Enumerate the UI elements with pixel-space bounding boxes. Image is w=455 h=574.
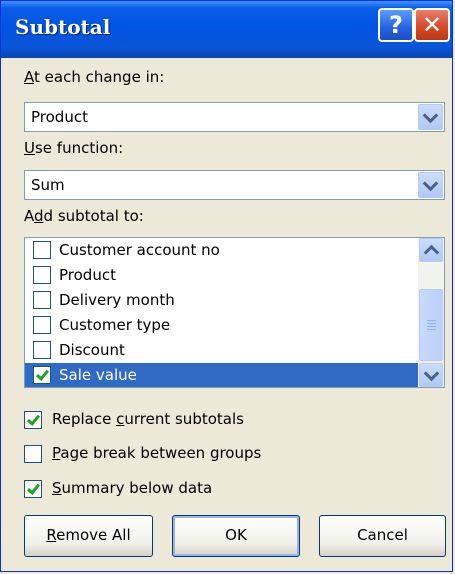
list-scrollbar[interactable] — [418, 238, 444, 387]
subtotal-dialog: Subtotal ? ✕ At each change in: Product … — [0, 0, 453, 572]
check-icon — [26, 481, 41, 495]
checkbox[interactable] — [33, 341, 51, 359]
page-break-checkbox[interactable] — [24, 445, 42, 463]
add-subtotal-list[interactable]: Customer account no Product Delivery mon… — [24, 237, 445, 388]
add-subtotal-label: Add subtotal to: — [24, 207, 144, 225]
at-each-change-select[interactable]: Product — [24, 102, 445, 132]
checkbox[interactable] — [33, 316, 51, 334]
checkbox[interactable] — [33, 366, 51, 384]
list-item-label: Sale value — [59, 366, 137, 384]
replace-current-subtotals-checkbox[interactable] — [24, 411, 42, 429]
list-item[interactable]: Discount — [25, 338, 418, 363]
at-each-change-label: At each change in: — [24, 68, 165, 86]
list-item[interactable]: Sale value — [25, 363, 418, 387]
chevron-up-icon — [423, 244, 440, 261]
checkbox[interactable] — [33, 291, 51, 309]
close-button[interactable]: ✕ — [414, 8, 450, 42]
use-function-select[interactable]: Sum — [24, 170, 445, 200]
dialog-title: Subtotal — [15, 15, 111, 39]
use-function-value: Sum — [31, 176, 65, 194]
replace-current-subtotals-label: Replace current subtotals — [52, 410, 244, 428]
check-icon — [26, 412, 41, 426]
help-button[interactable]: ? — [378, 8, 414, 42]
summary-below-data-checkbox[interactable] — [24, 480, 42, 498]
chevron-down-icon — [423, 365, 440, 382]
list-item[interactable]: Customer type — [25, 313, 418, 338]
list-item[interactable]: Product — [25, 263, 418, 288]
scroll-down-button[interactable] — [419, 363, 443, 387]
at-each-change-value: Product — [31, 108, 88, 126]
remove-all-button[interactable]: Remove All — [24, 515, 153, 557]
cancel-button[interactable]: Cancel — [319, 515, 446, 557]
page-break-label: Page break between groups — [52, 444, 262, 462]
list-item[interactable]: Customer account no — [25, 238, 418, 263]
title-bar[interactable]: Subtotal ? ✕ — [1, 1, 452, 58]
check-icon — [35, 367, 50, 381]
ok-button[interactable]: OK — [172, 515, 300, 557]
checkbox[interactable] — [33, 266, 51, 284]
list-item-label: Product — [59, 266, 116, 284]
scroll-thumb[interactable] — [419, 289, 443, 361]
chevron-down-icon[interactable] — [418, 172, 443, 198]
chevron-down-icon[interactable] — [418, 104, 443, 130]
list-item-label: Discount — [59, 341, 125, 359]
scroll-up-button[interactable] — [419, 238, 443, 262]
list-item-label: Customer type — [59, 316, 171, 334]
list-item-label: Delivery month — [59, 291, 175, 309]
summary-below-data-label: Summary below data — [52, 479, 213, 497]
list-item[interactable]: Delivery month — [25, 288, 418, 313]
use-function-label: Use function: — [24, 139, 124, 157]
checkbox[interactable] — [33, 241, 51, 259]
list-item-label: Customer account no — [59, 241, 220, 259]
